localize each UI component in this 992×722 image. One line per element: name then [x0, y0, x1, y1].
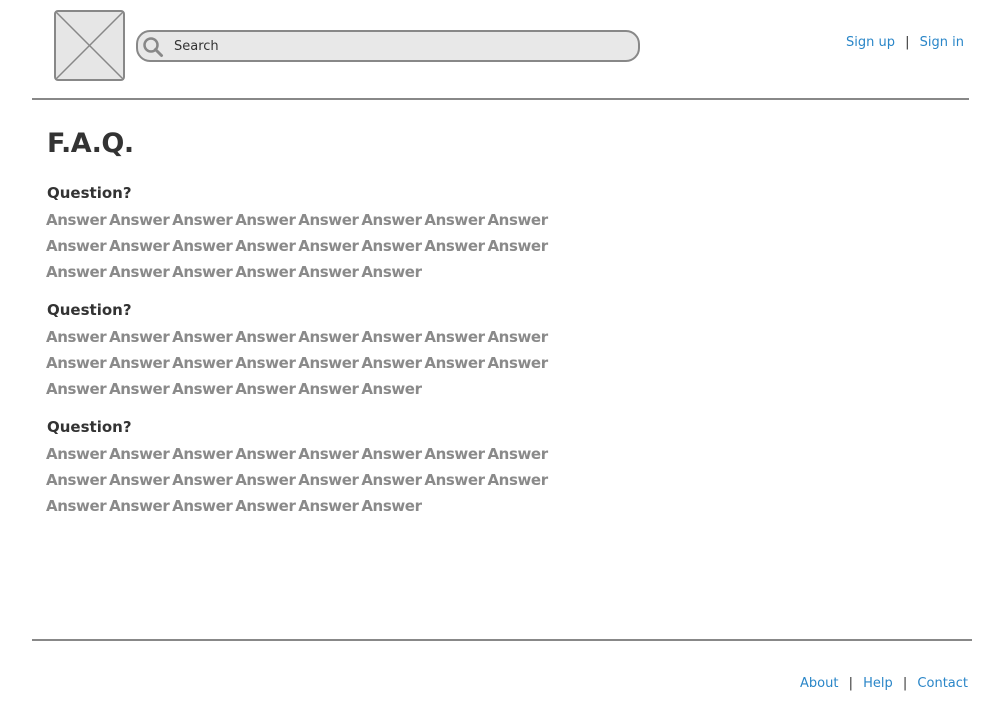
faq-question: Question?	[47, 418, 132, 436]
sign-in-link[interactable]: Sign in	[920, 35, 964, 50]
faq-question: Question?	[47, 184, 132, 202]
header-divider	[32, 98, 969, 100]
faq-answer: Answer Answer Answer Answer Answer Answe…	[46, 328, 548, 398]
faq-item: Question? Answer Answer Answer Answer An…	[46, 299, 647, 402]
faq-answer: Answer Answer Answer Answer Answer Answe…	[46, 211, 548, 281]
sign-up-link[interactable]: Sign up	[846, 35, 895, 50]
image-placeholder-icon	[54, 10, 125, 81]
page-title: F.A.Q.	[47, 128, 134, 159]
help-link[interactable]: Help	[863, 676, 893, 691]
contact-link[interactable]: Contact	[917, 676, 968, 691]
footer-links: About | Help | Contact	[800, 676, 968, 691]
footer-separator: |	[848, 676, 853, 691]
faq-question: Question?	[47, 301, 132, 319]
faq-answer: Answer Answer Answer Answer Answer Answe…	[46, 445, 548, 515]
auth-links: Sign up | Sign in	[846, 35, 964, 50]
faq-item: Question? Answer Answer Answer Answer An…	[46, 182, 647, 285]
search-icon	[143, 37, 163, 57]
about-link[interactable]: About	[800, 676, 838, 691]
faq-section: F.A.Q. Question? Answer Answer Answer An…	[46, 124, 647, 519]
footer-divider	[32, 639, 972, 641]
footer-separator: |	[902, 676, 908, 691]
logo[interactable]	[54, 10, 125, 81]
auth-separator: |	[905, 35, 910, 50]
search-input[interactable]	[174, 35, 624, 57]
search-bar[interactable]	[136, 30, 640, 62]
faq-item: Question? Answer Answer Answer Answer An…	[46, 416, 647, 519]
